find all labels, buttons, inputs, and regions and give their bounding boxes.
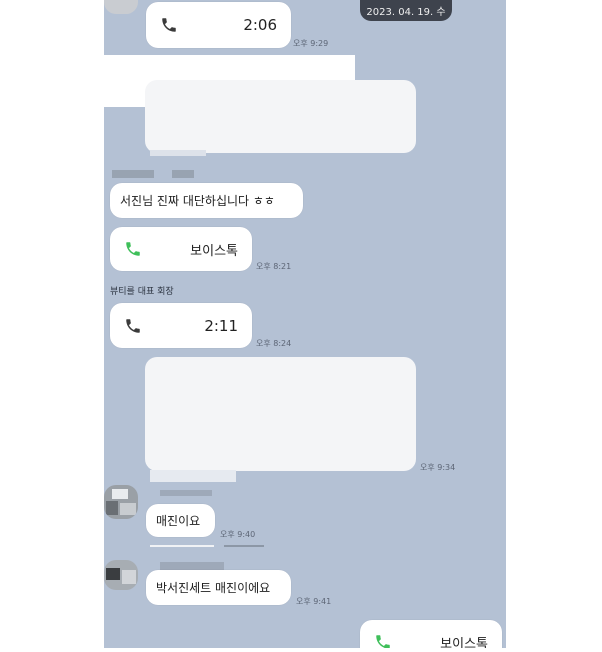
redacted-image-bubble[interactable] xyxy=(145,357,416,471)
message-bubble[interactable]: 매진이요 xyxy=(146,504,215,537)
message-bubble[interactable]: 박서진세트 매진이에요 xyxy=(146,570,291,605)
sender-name: 뷰티를 대표 회장 xyxy=(110,287,174,297)
message-time: 오후 9:34 xyxy=(420,463,456,472)
chat-area[interactable]: 2:06 오후 9:29 2023. 04. 19. 수 서진님 진짜 대단하십… xyxy=(104,0,506,648)
call-bubble[interactable]: 2:06 xyxy=(146,2,291,48)
message-bubble[interactable]: 서진님 진짜 대단하십니다 ㅎㅎ xyxy=(110,183,303,218)
message-time: 오후 9:29 xyxy=(293,39,329,48)
message-text: 박서진세트 매진이에요 xyxy=(156,581,271,595)
phone-icon xyxy=(124,317,142,335)
redacted-text xyxy=(150,470,236,482)
call-bubble[interactable]: 2:11 xyxy=(110,303,252,348)
avatar[interactable] xyxy=(104,485,138,519)
phone-icon xyxy=(160,16,178,34)
redacted-text xyxy=(150,545,214,547)
message-text: 서진님 진짜 대단하십니다 ㅎㅎ xyxy=(120,194,275,208)
message-time: 오후 9:41 xyxy=(296,597,332,606)
call-duration: 2:11 xyxy=(204,316,238,335)
message-text: 매진이요 xyxy=(156,514,201,528)
redacted-sender xyxy=(160,490,212,496)
redacted-sender xyxy=(112,170,154,178)
call-duration: 2:06 xyxy=(243,16,277,34)
message-time: 오후 8:21 xyxy=(256,262,292,271)
redacted-text-2 xyxy=(224,545,264,547)
redacted-image-bubble[interactable] xyxy=(145,80,416,153)
phone-green-icon xyxy=(374,633,392,648)
redacted-sender xyxy=(160,562,224,570)
date-divider: 2023. 04. 19. 수 xyxy=(360,0,452,21)
avatar[interactable] xyxy=(104,0,138,14)
voicetalk-bubble[interactable]: 보이스톡 xyxy=(360,620,502,648)
message-time: 오후 8:24 xyxy=(256,339,292,348)
voicetalk-label: 보이스톡 xyxy=(440,636,488,649)
message-time: 오후 9:40 xyxy=(220,530,256,539)
redacted-text xyxy=(150,150,206,156)
voicetalk-label: 보이스톡 xyxy=(190,243,238,259)
redacted-sender-2 xyxy=(172,170,194,178)
voicetalk-bubble[interactable]: 보이스톡 xyxy=(110,227,252,271)
avatar[interactable] xyxy=(104,560,138,590)
phone-green-icon xyxy=(124,240,142,258)
